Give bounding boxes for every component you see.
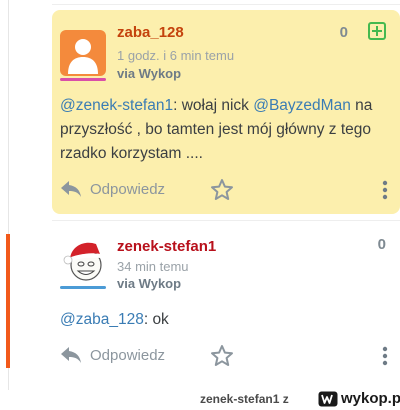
vote-count: 0 xyxy=(377,236,386,253)
comment-body: @zenek-stefan1: wołaj nick @BayzedMan na… xyxy=(60,94,390,166)
star-icon[interactable] xyxy=(210,178,234,202)
logo-text: wykop.pl xyxy=(341,390,400,407)
reply-label: Odpowiedz xyxy=(90,346,166,364)
reply-label: Odpowiedz xyxy=(90,180,166,198)
comment-actions: Odpowiedz xyxy=(60,178,400,206)
more-vertical-icon[interactable] xyxy=(382,180,388,200)
wykop-logo: wykop.pl xyxy=(318,390,400,407)
divider xyxy=(52,4,400,5)
timestamp[interactable]: 1 godz. i 6 min temu xyxy=(117,48,234,63)
plus-icon[interactable] xyxy=(368,22,386,40)
more-vertical-icon[interactable] xyxy=(382,346,388,366)
mention-link[interactable]: @zenek-stefan1 xyxy=(60,97,173,114)
star-icon[interactable] xyxy=(210,344,234,368)
new-comment-marker xyxy=(6,234,10,368)
via-label: via Wykop xyxy=(117,66,182,81)
comment-body: @zaba_128: ok xyxy=(60,308,390,332)
avatar[interactable] xyxy=(60,236,108,289)
comment-actions: Odpowiedz xyxy=(60,344,400,372)
vote-count: 0 xyxy=(339,24,348,41)
reply-button[interactable]: Odpowiedz xyxy=(60,180,165,198)
footer-username: zenek-stefan1 z xyxy=(200,392,289,406)
reply-arrow-icon xyxy=(61,181,81,197)
author-name[interactable]: zenek-stefan1 xyxy=(117,238,216,255)
reply-arrow-icon xyxy=(61,347,81,363)
gender-bar xyxy=(60,286,106,289)
timestamp[interactable]: 34 min temu xyxy=(117,259,189,274)
gender-bar xyxy=(60,78,106,81)
author-name[interactable]: zaba_128 xyxy=(117,24,184,41)
mention-link[interactable]: @zaba_128 xyxy=(60,311,144,328)
mention-link[interactable]: @BayzedMan xyxy=(253,97,351,114)
divider xyxy=(52,220,400,221)
comment-text: : wołaj nick xyxy=(173,97,254,114)
comment-text: : ok xyxy=(143,311,169,328)
user-avatar-icon xyxy=(60,30,106,76)
comment: zenek-stefan1 34 min temu via Wykop 0 @z… xyxy=(52,226,400,382)
footer-watermark: zenek-stefan1 z wykop.pl xyxy=(0,382,400,410)
comment-highlighted: zaba_128 1 godz. i 6 min temu via Wykop … xyxy=(52,10,400,214)
avatar[interactable] xyxy=(60,30,108,81)
via-label: via Wykop xyxy=(117,276,182,291)
wykop-logo-icon xyxy=(318,391,338,406)
meme-avatar-icon xyxy=(63,242,103,281)
reply-button[interactable]: Odpowiedz xyxy=(60,346,165,364)
